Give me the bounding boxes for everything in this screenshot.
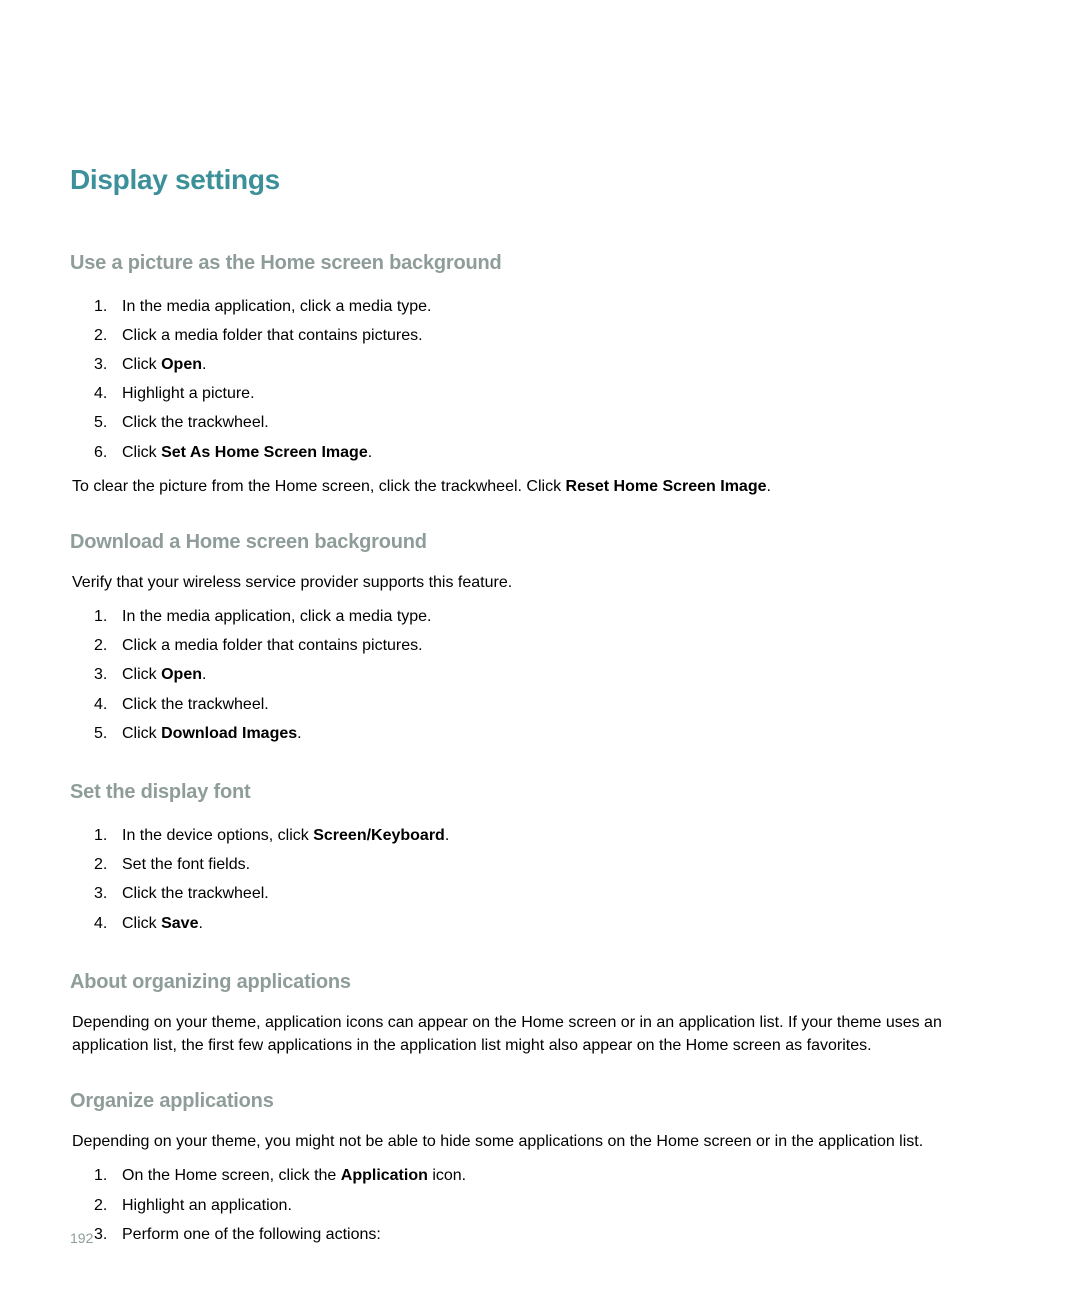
step-number: 1. — [94, 824, 107, 847]
step-number: 1. — [94, 1164, 107, 1187]
step-number: 1. — [94, 295, 107, 318]
section-heading-display-font: Set the display font — [70, 778, 1010, 807]
step-number: 4. — [94, 693, 107, 716]
step-text: In the device options, click Screen/Keyb… — [122, 827, 449, 844]
step-number: 3. — [94, 882, 107, 905]
section-heading-about-organizing: About organizing applications — [70, 968, 1010, 997]
step-text: Click the trackwheel. — [122, 885, 269, 902]
step-number: 6. — [94, 441, 107, 464]
intro-text: Verify that your wireless service provid… — [72, 571, 1010, 594]
step-item: 2. Highlight an application. — [94, 1191, 1010, 1220]
step-text: Set the font fields. — [122, 856, 250, 873]
post-step-note: To clear the picture from the Home scree… — [72, 475, 1010, 498]
steps-home-bg: 1. In the media application, click a medi… — [94, 292, 1010, 467]
step-item: 3. Perform one of the following actions: — [94, 1220, 1010, 1249]
step-text: Click Open. — [122, 356, 206, 373]
page-title: Display settings — [70, 160, 1010, 201]
step-item: 2. Set the font fields. — [94, 850, 1010, 879]
step-item: 4. Click Save. — [94, 909, 1010, 938]
steps-download-bg: 1. In the media application, click a medi… — [94, 602, 1010, 748]
step-number: 2. — [94, 634, 107, 657]
step-number: 2. — [94, 324, 107, 347]
step-text: Click the trackwheel. — [122, 696, 269, 713]
step-text: On the Home screen, click the Applicatio… — [122, 1167, 466, 1184]
step-number: 3. — [94, 353, 107, 376]
step-item: 4. Highlight a picture. — [94, 379, 1010, 408]
step-text: In the media application, click a media … — [122, 298, 432, 315]
intro-text: Depending on your theme, you might not b… — [72, 1130, 1010, 1153]
step-number: 5. — [94, 722, 107, 745]
step-text: In the media application, click a media … — [122, 608, 432, 625]
step-item: 3. Click Open. — [94, 350, 1010, 379]
step-item: 6. Click Set As Home Screen Image. — [94, 438, 1010, 467]
step-number: 2. — [94, 1194, 107, 1217]
step-text: Highlight a picture. — [122, 385, 255, 402]
page-number: 192 — [70, 1228, 93, 1248]
body-paragraph: Depending on your theme, application ico… — [72, 1011, 1010, 1057]
step-number: 1. — [94, 605, 107, 628]
step-number: 3. — [94, 1223, 107, 1246]
steps-display-font: 1. In the device options, click Screen/Ke… — [94, 821, 1010, 938]
section-heading-home-bg: Use a picture as the Home screen backgro… — [70, 249, 1010, 278]
step-number: 5. — [94, 411, 107, 434]
step-item: 1. In the device options, click Screen/Ke… — [94, 821, 1010, 850]
step-item: 5. Click the trackwheel. — [94, 408, 1010, 437]
step-text: Click the trackwheel. — [122, 414, 269, 431]
step-item: 2. Click a media folder that contains pic… — [94, 631, 1010, 660]
step-text: Click Save. — [122, 915, 203, 932]
step-text: Click a media folder that contains pictu… — [122, 327, 423, 344]
step-item: 1. In the media application, click a medi… — [94, 602, 1010, 631]
step-item: 1. In the media application, click a medi… — [94, 292, 1010, 321]
step-text: Perform one of the following actions: — [122, 1226, 381, 1243]
step-item: 3. Click Open. — [94, 660, 1010, 689]
step-number: 4. — [94, 912, 107, 935]
steps-organize-apps: 1. On the Home screen, click the Applicat… — [94, 1161, 1010, 1249]
section-heading-organize-apps: Organize applications — [70, 1087, 1010, 1116]
step-text: Click Set As Home Screen Image. — [122, 444, 372, 461]
step-text: Highlight an application. — [122, 1197, 292, 1214]
step-item: 2. Click a media folder that contains pic… — [94, 321, 1010, 350]
step-text: Click Open. — [122, 666, 206, 683]
step-number: 3. — [94, 663, 107, 686]
step-item: 1. On the Home screen, click the Applicat… — [94, 1161, 1010, 1190]
step-text: Click Download Images. — [122, 725, 302, 742]
step-item: 5. Click Download Images. — [94, 719, 1010, 748]
step-number: 2. — [94, 853, 107, 876]
step-item: 3. Click the trackwheel. — [94, 879, 1010, 908]
step-text: Click a media folder that contains pictu… — [122, 637, 423, 654]
step-number: 4. — [94, 382, 107, 405]
step-item: 4. Click the trackwheel. — [94, 690, 1010, 719]
section-heading-download-bg: Download a Home screen background — [70, 528, 1010, 557]
